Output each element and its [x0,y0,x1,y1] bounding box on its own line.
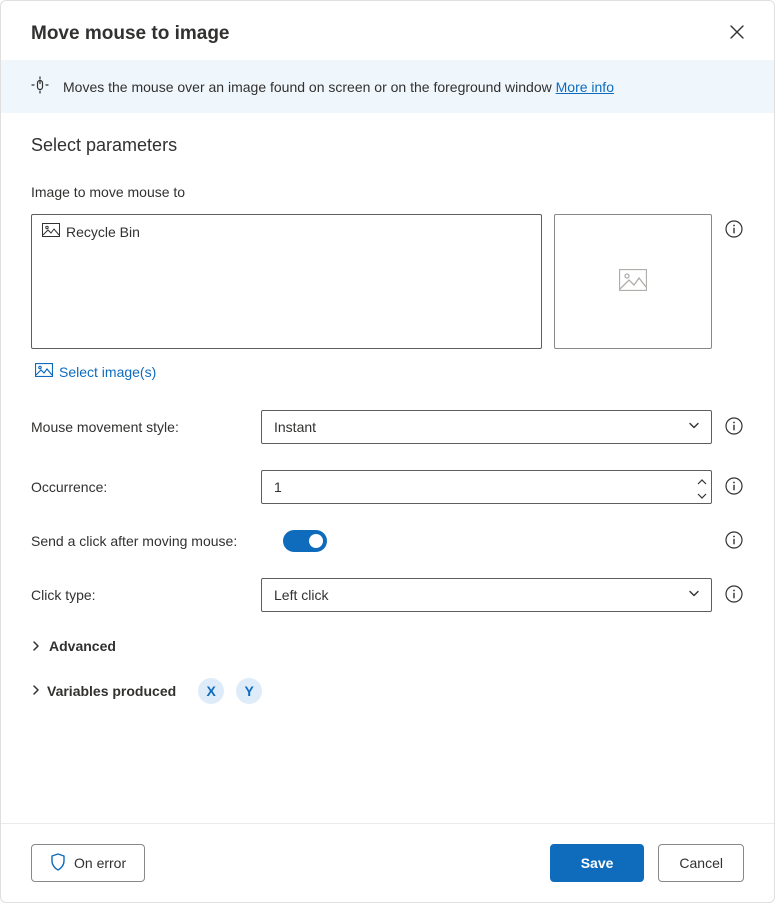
on-error-label: On error [74,855,126,871]
click-type-label: Click type: [31,587,261,603]
chevron-down-icon [687,587,701,604]
toggle-knob [309,534,323,548]
movement-style-select[interactable]: Instant [261,410,712,444]
image-row: Recycle Bin [31,214,744,349]
image-field-label: Image to move mouse to [31,184,744,200]
shield-icon [50,853,66,874]
info-icon [725,585,743,606]
click-type-value: Left click [274,587,328,603]
occurrence-input[interactable]: 1 [261,470,712,504]
row-send-click: Send a click after moving mouse: [31,530,744,552]
save-label: Save [581,855,614,871]
chevron-right-icon [31,640,41,652]
info-icon [725,477,743,498]
dialog-title: Move mouse to image [31,23,230,45]
image-preview[interactable] [554,214,712,349]
picture-icon [35,363,53,380]
chevron-down-icon [697,486,707,502]
picture-icon [42,223,60,240]
image-list[interactable]: Recycle Bin [31,214,542,349]
variables-label: Variables produced [47,683,176,699]
cancel-button[interactable]: Cancel [658,844,744,882]
occurrence-value: 1 [274,479,282,495]
picture-placeholder-icon [619,269,647,294]
info-bar-desc: Moves the mouse over an image found on s… [63,79,556,95]
row-occurrence: Occurrence: 1 [31,470,744,504]
send-click-label: Send a click after moving mouse: [31,533,283,549]
image-item-label: Recycle Bin [66,224,140,240]
info-bar-text: Moves the mouse over an image found on s… [63,79,614,95]
info-bar: Moves the mouse over an image found on s… [1,60,774,113]
info-button-image[interactable] [724,220,744,240]
info-button-occurrence[interactable] [724,477,744,497]
dialog-content: Select parameters Image to move mouse to… [1,113,774,823]
info-button-clicktype[interactable] [724,585,744,605]
select-images-label: Select image(s) [59,364,156,380]
image-list-item[interactable]: Recycle Bin [42,223,140,240]
spinner-up-button[interactable] [697,473,707,487]
send-click-toggle[interactable] [283,530,327,552]
occurrence-label: Occurrence: [31,479,261,495]
advanced-label: Advanced [49,638,116,654]
expander-variables-produced[interactable]: Variables produced X Y [31,678,744,704]
chevron-down-icon [687,419,701,436]
row-click-type: Click type: Left click [31,578,744,612]
variable-badge-x[interactable]: X [198,678,224,704]
info-button-movement[interactable] [724,417,744,437]
close-icon [730,25,744,42]
info-icon [725,417,743,438]
info-icon [725,531,743,552]
movement-style-value: Instant [274,419,316,435]
dialog-move-mouse-to-image: Move mouse to image Moves the mouse over… [0,0,775,903]
variable-badge-y[interactable]: Y [236,678,262,704]
spinner-down-button[interactable] [697,487,707,501]
mouse-action-icon [31,76,49,97]
click-type-select[interactable]: Left click [261,578,712,612]
close-button[interactable] [724,19,750,48]
more-info-link[interactable]: More info [556,79,614,95]
info-button-sendclick[interactable] [724,531,744,551]
movement-style-label: Mouse movement style: [31,419,261,435]
dialog-footer: On error Save Cancel [1,823,774,902]
info-icon [725,220,743,241]
save-button[interactable]: Save [550,844,645,882]
expander-advanced[interactable]: Advanced [31,638,744,654]
dialog-header: Move mouse to image [1,1,774,60]
chevron-right-icon [31,683,41,699]
section-heading: Select parameters [31,135,744,156]
cancel-label: Cancel [679,855,723,871]
on-error-button[interactable]: On error [31,844,145,882]
row-movement-style: Mouse movement style: Instant [31,410,744,444]
select-images-link[interactable]: Select image(s) [35,363,744,380]
